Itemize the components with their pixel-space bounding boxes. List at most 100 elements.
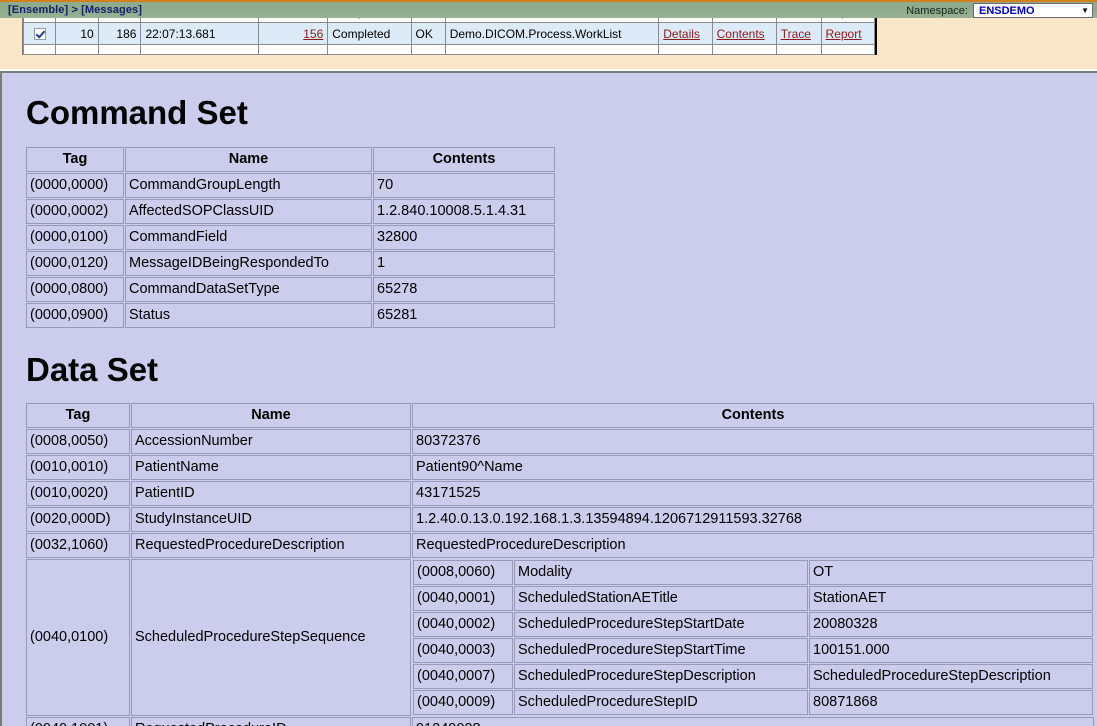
data-set-table: Tag Name Contents (0008,0050) AccessionN… (25, 402, 1095, 726)
cell-contents: 32800 (373, 225, 555, 250)
cell-blank (97, 44, 142, 55)
data-set-title: Data Set (26, 351, 159, 388)
message-grid-table: 9 187 22:07:13.681 158 Completed OK Demo… (22, 18, 876, 55)
cell-contents: 65278 (373, 277, 555, 302)
report-link[interactable]: Report (826, 18, 862, 19)
cell-contents: ScheduledProcedureStepDescription (809, 664, 1093, 689)
message-detail-pane[interactable]: Command Set Tag Name Contents (0000,0000… (0, 71, 1097, 726)
body-id-link[interactable]: 158 (303, 18, 323, 19)
table-row: (0000,0120) MessageIDBeingRespondedTo 1 (26, 251, 555, 276)
message-grid-panel: 9 187 22:07:13.681 158 Completed OK Demo… (0, 18, 1097, 69)
message-grid-scroll-area[interactable]: 9 187 22:07:13.681 158 Completed OK Demo… (22, 18, 877, 55)
cell-name: ScheduledProcedureStepStartDate (514, 612, 808, 637)
cell-tag: (0010,0010) (26, 455, 130, 480)
cell-contents: 1.2.40.0.13.0.192.168.1.3.13594894.12067… (412, 507, 1094, 532)
cell-tag: (0040,0001) (413, 586, 513, 611)
contents-link[interactable]: Contents (717, 18, 765, 19)
cell-id: 10 (55, 22, 99, 45)
table-row[interactable]: 10 186 22:07:13.681 156 Completed OK Dem… (22, 22, 876, 45)
table-row: (0000,0900) Status 65281 (26, 303, 555, 328)
cell-tag: (0010,0020) (26, 481, 130, 506)
row-select-cell[interactable] (22, 22, 57, 45)
cell-details[interactable]: Details (658, 22, 713, 45)
cell-tag: (0040,0007) (413, 664, 513, 689)
contents-link[interactable]: Contents (717, 27, 765, 41)
trace-link[interactable]: Trace (781, 18, 811, 19)
cell-contents: 70 (373, 173, 555, 198)
cell-body-id[interactable]: 156 (257, 22, 329, 45)
namespace-selector-group: Namespace: ENSDEMO ▼ (906, 3, 1093, 18)
cell-name: PatientID (131, 481, 411, 506)
table-row-partial (22, 44, 876, 55)
table-row: (0040,0001) ScheduledStationAETitle Stat… (413, 586, 1093, 611)
cell-tag: (0000,0800) (26, 277, 124, 302)
cell-tag: (0000,0900) (26, 303, 124, 328)
chevron-down-icon: ▼ (1081, 5, 1089, 15)
table-row: (0000,0000) CommandGroupLength 70 (26, 173, 555, 198)
cell-session: 186 (97, 22, 142, 45)
cell-contents: 80372376 (412, 429, 1094, 454)
table-row: (0010,0020) PatientID 43171525 (26, 481, 1094, 506)
cell-name: ScheduledProcedureStepDescription (514, 664, 808, 689)
cell-name: ScheduledProcedureStepStartTime (514, 638, 808, 663)
cell-error: OK (410, 22, 446, 45)
cell-contents: Patient90^Name (412, 455, 1094, 480)
cell-contents: RequestedProcedureDescription (412, 533, 1094, 558)
table-row: (0010,0010) PatientName Patient90^Name (26, 455, 1094, 480)
cell-name: MessageIDBeingRespondedTo (125, 251, 372, 276)
cell-blank (711, 44, 777, 55)
cell-tag: (0032,1060) (26, 533, 130, 558)
cell-blank (55, 44, 99, 55)
cell-name: RequestedProcedureID (131, 717, 411, 726)
col-header-name: Name (131, 403, 411, 428)
cell-contents: 1 (373, 251, 555, 276)
cell-name: RequestedProcedureDescription (131, 533, 411, 558)
cell-tag: (0020,000D) (26, 507, 130, 532)
cell-blank (410, 44, 446, 55)
ensemble-header-bar: [Ensemble] > [Messages] Namespace: ENSDE… (0, 0, 1097, 18)
cell-trace[interactable]: Trace (775, 22, 822, 45)
cell-tag: (0040,0009) (413, 690, 513, 715)
cell-name: Modality (514, 560, 808, 585)
table-header-row: Tag Name Contents (26, 147, 555, 172)
table-row-sequence: (0040,0100) ScheduledProcedureStepSequen… (26, 559, 1094, 716)
cell-name: CommandDataSetType (125, 277, 372, 302)
cell-blank (444, 44, 660, 55)
report-link[interactable]: Report (826, 27, 862, 41)
namespace-select[interactable]: ENSDEMO ▼ (973, 3, 1093, 18)
col-header-name: Name (125, 147, 372, 172)
cell-contents: 80871868 (809, 690, 1093, 715)
cell-name: Status (125, 303, 372, 328)
details-link[interactable]: Details (663, 18, 700, 19)
namespace-selected-value: ENSDEMO (979, 4, 1035, 17)
col-header-contents: Contents (373, 147, 555, 172)
cell-contents: 1.2.840.10008.5.1.4.31 (373, 199, 555, 224)
cell-name: AffectedSOPClassUID (125, 199, 372, 224)
cell-blank (257, 44, 329, 55)
cell-contents[interactable]: Contents (711, 22, 777, 45)
body-id-link[interactable]: 156 (303, 27, 323, 41)
command-set-title: Command Set (26, 94, 248, 131)
cell-name: CommandGroupLength (125, 173, 372, 198)
cell-contents: 20080328 (809, 612, 1093, 637)
cell-report[interactable]: Report (820, 22, 876, 45)
cell-status: Completed (327, 22, 412, 45)
breadcrumb[interactable]: [Ensemble] > [Messages] (8, 4, 142, 16)
trace-link[interactable]: Trace (781, 27, 811, 41)
cell-name: PatientName (131, 455, 411, 480)
table-row: (0020,000D) StudyInstanceUID 1.2.40.0.13… (26, 507, 1094, 532)
row-checkbox[interactable] (33, 28, 46, 41)
table-header-row: Tag Name Contents (26, 403, 1094, 428)
table-row: (0040,1001) RequestedProcedureID 9124902… (26, 717, 1094, 726)
details-link[interactable]: Details (663, 27, 700, 41)
cell-tag: (0040,1001) (26, 717, 130, 726)
cell-tag: (0000,0002) (26, 199, 124, 224)
table-row: (0008,0050) AccessionNumber 80372376 (26, 429, 1094, 454)
table-row: (0040,0002) ScheduledProcedureStepStartD… (413, 612, 1093, 637)
cell-blank (775, 44, 822, 55)
cell-blank (658, 44, 713, 55)
cell-tag: (0000,0100) (26, 225, 124, 250)
cell-contents: StationAET (809, 586, 1093, 611)
cell-blank (820, 44, 876, 55)
cell-tag: (0040,0003) (413, 638, 513, 663)
